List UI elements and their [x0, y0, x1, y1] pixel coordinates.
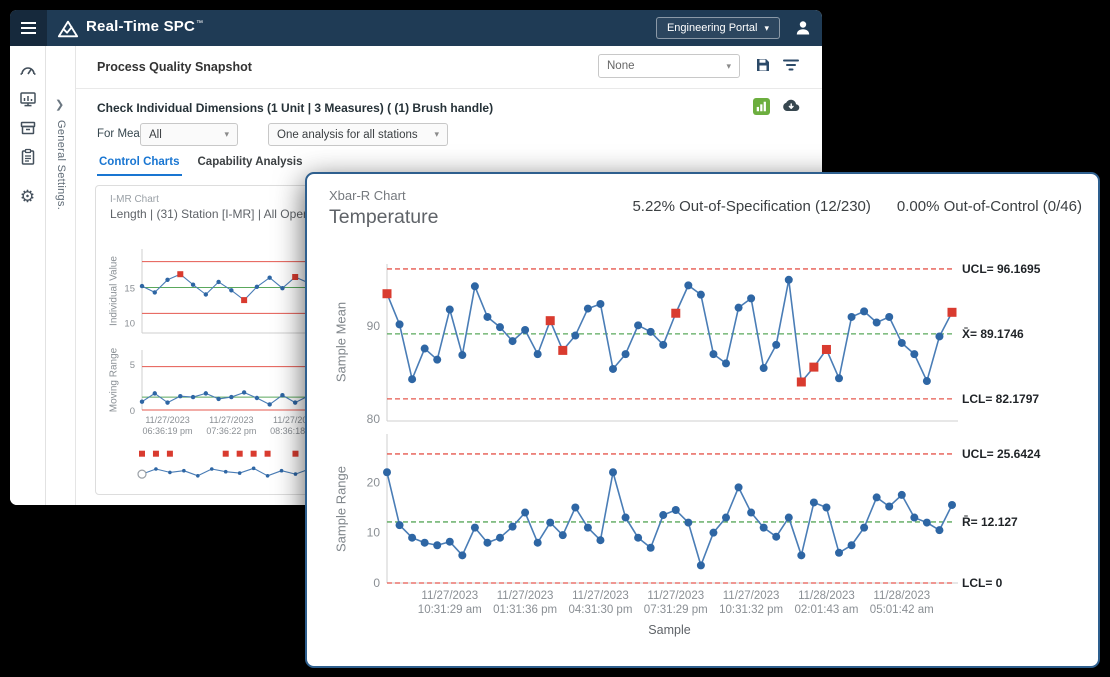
svg-text:11/27/2023: 11/27/2023 [421, 590, 478, 602]
out-of-control-stat: 0.00% Out-of-Control (0/46) [897, 198, 1082, 215]
sidebar-nav: ⚙ [10, 46, 46, 505]
xbar-chart-title: Temperature [329, 206, 438, 229]
svg-text:07:36:22 pm: 07:36:22 pm [206, 426, 256, 436]
svg-text:10:31:32 pm: 10:31:32 pm [719, 604, 783, 616]
svg-text:90: 90 [367, 319, 381, 333]
svg-text:UCL= 25.6424: UCL= 25.6424 [962, 447, 1041, 461]
sidebar-item-dashboard[interactable] [14, 56, 42, 84]
person-icon [794, 19, 812, 37]
svg-text:11/27/2023: 11/27/2023 [145, 415, 189, 425]
storage-box-icon [19, 119, 37, 137]
tab-capability-analysis[interactable]: Capability Analysis [196, 152, 305, 176]
svg-text:05:01:42 am: 05:01:42 am [870, 604, 934, 616]
general-settings-strip: ❯ General Settings. [46, 46, 76, 505]
svg-text:11/27/2023: 11/27/2023 [209, 415, 253, 425]
save-button[interactable] [754, 56, 772, 77]
app-title: Real-Time SPC [86, 18, 195, 35]
svg-text:Sample: Sample [648, 623, 690, 637]
svg-text:11/28/2023: 11/28/2023 [873, 590, 930, 602]
chevron-down-icon: ▾ [764, 23, 769, 34]
sidebar-item-storage[interactable] [14, 114, 42, 142]
svg-text:X̄= 89.1746: X̄= 89.1746 [962, 327, 1024, 341]
imr-chart-subtitle: Length | (31) Station [I-MR] | All Opera… [110, 207, 334, 221]
cloud-download-icon [778, 97, 800, 113]
desktop: Real-Time SPC ™ Engineering Portal ▾ [0, 0, 1110, 677]
download-button[interactable] [778, 97, 800, 116]
page-title: Process Quality Snapshot [97, 60, 252, 74]
tabs: Control Charts Capability Analysis [97, 152, 305, 176]
preset-select-value: None [607, 60, 635, 72]
svg-text:UCL= 96.1695: UCL= 96.1695 [962, 262, 1041, 276]
svg-text:5: 5 [130, 360, 135, 371]
svg-text:11/27/2023: 11/27/2023 [572, 590, 629, 602]
app-logo: Real-Time SPC ™ [57, 18, 203, 39]
svg-text:LCL= 0: LCL= 0 [962, 576, 1003, 590]
panel-title: Check Individual Dimensions (1 Unit | 3 … [97, 101, 493, 115]
svg-text:R̄= 12.127: R̄= 12.127 [962, 515, 1018, 529]
xbar-chart-header: Xbar-R Chart Temperature [329, 188, 438, 229]
expand-panel-chevron-icon[interactable]: ❯ [55, 98, 64, 111]
chart-view-button[interactable] [753, 98, 770, 115]
tab-control-charts[interactable]: Control Charts [97, 152, 182, 176]
chevron-down-icon: ▾ [726, 61, 731, 72]
svg-text:10: 10 [124, 319, 135, 330]
portal-selector[interactable]: Engineering Portal ▾ [656, 17, 780, 39]
svg-text:02:01:43 am: 02:01:43 am [794, 604, 858, 616]
divider [76, 88, 822, 89]
svg-text:11/27/2023: 11/27/2023 [723, 590, 780, 602]
sidebar-item-settings[interactable]: ⚙ [14, 182, 42, 210]
preset-select[interactable]: None ▾ [598, 54, 740, 78]
svg-text:06:36:19 pm: 06:36:19 pm [143, 426, 193, 436]
portal-label: Engineering Portal [667, 22, 758, 34]
svg-text:0: 0 [130, 406, 135, 417]
analysis-select-value: One analysis for all stations [277, 129, 418, 141]
svg-text:LCL= 82.1797: LCL= 82.1797 [962, 392, 1039, 406]
xbar-chart-type-label: Xbar-R Chart [329, 188, 438, 203]
svg-text:0: 0 [373, 576, 380, 590]
svg-text:11/27/2023: 11/27/2023 [647, 590, 704, 602]
svg-text:11/28/2023: 11/28/2023 [798, 590, 855, 602]
app-header: Real-Time SPC ™ Engineering Portal ▾ [10, 10, 822, 46]
filter-icon [782, 56, 800, 74]
sidebar-item-charts[interactable] [14, 85, 42, 113]
svg-text:01:31:36 pm: 01:31:36 pm [493, 604, 557, 616]
out-of-spec-stat: 5.22% Out-of-Specification (12/230) [632, 198, 870, 215]
svg-text:07:31:29 pm: 07:31:29 pm [644, 604, 708, 616]
sidebar-item-documents[interactable] [14, 143, 42, 171]
menu-button[interactable] [10, 10, 47, 46]
gauge-icon [19, 61, 37, 79]
svg-text:80: 80 [367, 412, 381, 426]
imr-chart-type-label: I-MR Chart [110, 194, 159, 205]
clipboard-list-icon [19, 148, 37, 166]
svg-text:20: 20 [367, 475, 381, 489]
monitor-chart-icon [19, 90, 37, 108]
user-account-button[interactable] [794, 19, 812, 37]
chevron-down-icon: ▾ [434, 129, 439, 140]
svg-text:10: 10 [367, 526, 381, 540]
svg-text:04:31:30 pm: 04:31:30 pm [568, 604, 632, 616]
gear-icon: ⚙ [20, 188, 35, 205]
general-settings-label: General Settings. [55, 120, 67, 210]
xbar-chart-svg[interactable]: UCL= 96.1695 LCL= 82.1797 X̄= 89.1746 80 90 U… [337, 234, 1087, 654]
measure-select[interactable]: All ▾ [140, 123, 238, 146]
logo-check-triangle-icon [57, 19, 79, 39]
analysis-select[interactable]: One analysis for all stations ▾ [268, 123, 448, 146]
chart-stats: 5.22% Out-of-Specification (12/230) 0.00… [632, 198, 1082, 215]
xbar-r-chart-window: Xbar-R Chart Temperature 5.22% Out-of-Sp… [305, 172, 1100, 668]
svg-text:11/27/2023: 11/27/2023 [497, 590, 554, 602]
trademark: ™ [196, 20, 203, 27]
measure-select-value: All [149, 129, 162, 141]
filter-button[interactable] [782, 56, 800, 77]
svg-text:10:31:29 am: 10:31:29 am [418, 604, 482, 616]
svg-text:15: 15 [124, 284, 135, 295]
save-icon [754, 56, 772, 74]
bar-chart-icon [755, 100, 768, 113]
chevron-down-icon: ▾ [224, 129, 229, 140]
